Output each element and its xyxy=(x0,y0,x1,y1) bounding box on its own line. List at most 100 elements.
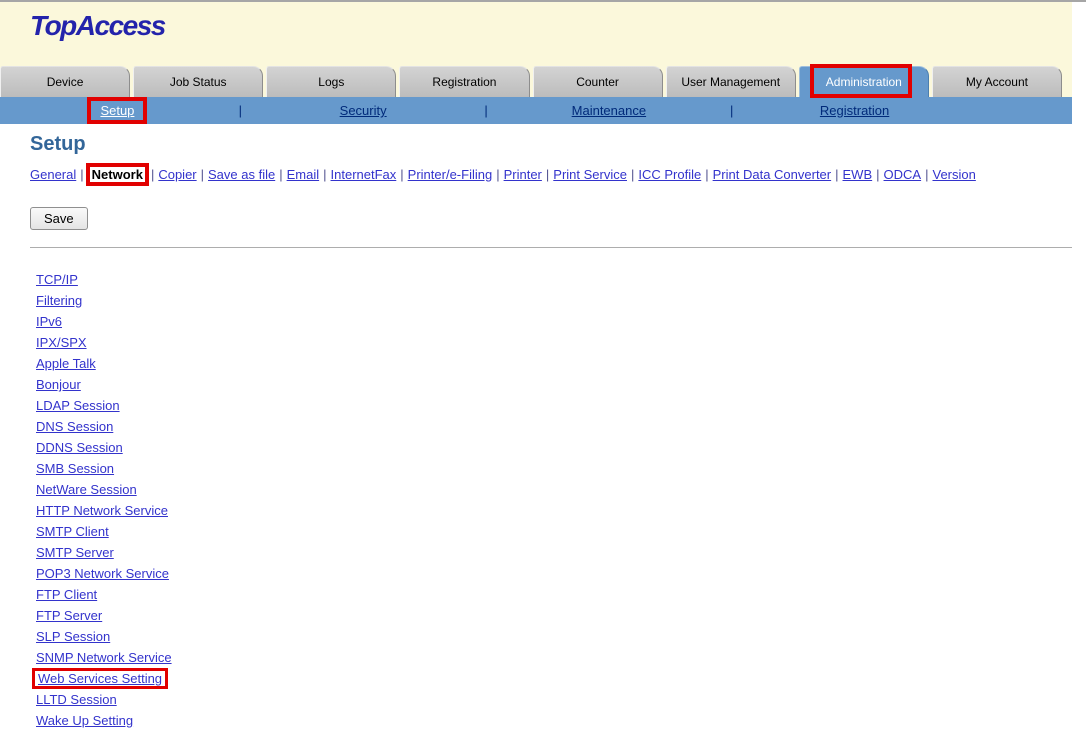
subnav-separator: | xyxy=(876,167,879,182)
subnav-separator: | xyxy=(80,167,83,182)
list-item: Bonjour xyxy=(36,374,1072,395)
tab-logs[interactable]: Logs xyxy=(266,66,396,97)
menubar-link-maintenance[interactable]: Maintenance xyxy=(572,103,646,118)
list-item: IPv6 xyxy=(36,311,1072,332)
menubar-cell: Registration xyxy=(793,103,916,118)
list-item: SLP Session xyxy=(36,626,1072,647)
tab-administration[interactable]: Administration xyxy=(799,66,929,97)
list-link-dns-session[interactable]: DNS Session xyxy=(36,419,113,434)
tab-registration[interactable]: Registration xyxy=(399,66,529,97)
subnav-separator: | xyxy=(279,167,282,182)
list-link-smb-session[interactable]: SMB Session xyxy=(36,461,114,476)
list-link-web-services-setting[interactable]: Web Services Setting xyxy=(32,668,168,689)
menubar-separator: | xyxy=(179,103,302,118)
subnav-link-copier[interactable]: Copier xyxy=(158,167,196,182)
header: TopAccess xyxy=(0,2,1072,62)
list-link-slp-session[interactable]: SLP Session xyxy=(36,629,110,644)
subnav-separator: | xyxy=(631,167,634,182)
content-divider xyxy=(30,247,1072,248)
menubar-separator: | xyxy=(670,103,793,118)
menubar-link-setup[interactable]: Setup xyxy=(87,97,147,124)
subnav-link-network[interactable]: Network xyxy=(86,163,149,186)
admin-menubar-links: Setup|Security|Maintenance|Registration xyxy=(56,97,916,124)
subnav-separator: | xyxy=(151,167,154,182)
subnav-link-odca[interactable]: ODCA xyxy=(884,167,922,182)
list-item: SNMP Network Service xyxy=(36,647,1072,668)
menubar-cell: Security xyxy=(302,103,425,118)
list-link-smtp-server[interactable]: SMTP Server xyxy=(36,545,114,560)
list-link-tcp-ip[interactable]: TCP/IP xyxy=(36,272,78,287)
menubar-cell: Setup xyxy=(56,103,179,118)
list-item: LDAP Session xyxy=(36,395,1072,416)
subnav-separator: | xyxy=(323,167,326,182)
tab-device[interactable]: Device xyxy=(0,66,130,97)
subnav-link-icc-profile[interactable]: ICC Profile xyxy=(638,167,701,182)
list-link-ftp-client[interactable]: FTP Client xyxy=(36,587,97,602)
subnav-separator: | xyxy=(400,167,403,182)
menubar-link-registration[interactable]: Registration xyxy=(820,103,889,118)
list-item: LLTD Session xyxy=(36,689,1072,710)
subnav-link-version[interactable]: Version xyxy=(932,167,975,182)
save-button[interactable]: Save xyxy=(30,207,88,230)
list-item: NetWare Session xyxy=(36,479,1072,500)
list-item: DNS Session xyxy=(36,416,1072,437)
list-item: IPX/SPX xyxy=(36,332,1072,353)
list-item: SMB Session xyxy=(36,458,1072,479)
list-link-http-network-service[interactable]: HTTP Network Service xyxy=(36,503,168,518)
list-link-ipv6[interactable]: IPv6 xyxy=(36,314,62,329)
menubar-separator: | xyxy=(425,103,548,118)
main-content: Setup General|Network|Copier|Save as fil… xyxy=(0,133,1072,731)
tab-user-management[interactable]: User Management xyxy=(666,66,796,97)
subnav-separator: | xyxy=(201,167,204,182)
tab-bar: DeviceJob StatusLogsRegistrationCounterU… xyxy=(0,62,1072,97)
subnav-separator: | xyxy=(546,167,549,182)
list-item: SMTP Client xyxy=(36,521,1072,542)
tab-job-status[interactable]: Job Status xyxy=(133,66,263,97)
list-item: FTP Server xyxy=(36,605,1072,626)
list-link-pop3-network-service[interactable]: POP3 Network Service xyxy=(36,566,169,581)
list-link-filtering[interactable]: Filtering xyxy=(36,293,82,308)
list-item: Wake Up Setting xyxy=(36,710,1072,731)
list-item: Filtering xyxy=(36,290,1072,311)
subnav-link-general[interactable]: General xyxy=(30,167,76,182)
page-title: Setup xyxy=(30,133,1072,156)
list-item: DDNS Session xyxy=(36,437,1072,458)
subnav-link-print-data-converter[interactable]: Print Data Converter xyxy=(713,167,832,182)
subnav-link-printer-e-filing[interactable]: Printer/e-Filing xyxy=(408,167,493,182)
list-item: Web Services Setting xyxy=(36,668,1072,689)
menubar-link-security[interactable]: Security xyxy=(340,103,387,118)
list-link-snmp-network-service[interactable]: SNMP Network Service xyxy=(36,650,172,665)
list-item: Apple Talk xyxy=(36,353,1072,374)
list-link-wake-up-setting[interactable]: Wake Up Setting xyxy=(36,713,133,728)
subnav-link-email[interactable]: Email xyxy=(287,167,320,182)
list-item: FTP Client xyxy=(36,584,1072,605)
subnav-separator: | xyxy=(496,167,499,182)
subnav-link-printer[interactable]: Printer xyxy=(504,167,542,182)
list-link-bonjour[interactable]: Bonjour xyxy=(36,377,81,392)
tab-counter[interactable]: Counter xyxy=(533,66,663,97)
list-link-ldap-session[interactable]: LDAP Session xyxy=(36,398,120,413)
topaccess-logo: TopAccess xyxy=(30,10,165,42)
list-link-smtp-client[interactable]: SMTP Client xyxy=(36,524,109,539)
list-item: HTTP Network Service xyxy=(36,500,1072,521)
subnav-link-print-service[interactable]: Print Service xyxy=(553,167,627,182)
subnav-separator: | xyxy=(925,167,928,182)
subnav-link-internetfax[interactable]: InternetFax xyxy=(331,167,397,182)
list-item: POP3 Network Service xyxy=(36,563,1072,584)
list-link-ftp-server[interactable]: FTP Server xyxy=(36,608,102,623)
menubar-cell: Maintenance xyxy=(547,103,670,118)
setup-subnav: General|Network|Copier|Save as file|Emai… xyxy=(30,167,1072,182)
list-item: SMTP Server xyxy=(36,542,1072,563)
topaccess-page: TopAccess DeviceJob StatusLogsRegistrati… xyxy=(0,2,1072,731)
list-link-lltd-session[interactable]: LLTD Session xyxy=(36,692,117,707)
admin-menubar: Setup|Security|Maintenance|Registration xyxy=(0,97,1072,124)
list-link-apple-talk[interactable]: Apple Talk xyxy=(36,356,96,371)
list-link-ddns-session[interactable]: DDNS Session xyxy=(36,440,123,455)
tab-my-account[interactable]: My Account xyxy=(932,66,1062,97)
network-settings-link-list: TCP/IP Filtering IPv6 IPX/SPX Apple Talk Bonj… xyxy=(36,269,1072,731)
list-link-ipx-spx[interactable]: IPX/SPX xyxy=(36,335,87,350)
subnav-link-save-as-file[interactable]: Save as file xyxy=(208,167,275,182)
list-link-netware-session[interactable]: NetWare Session xyxy=(36,482,137,497)
list-item: TCP/IP xyxy=(36,269,1072,290)
subnav-link-ewb[interactable]: EWB xyxy=(843,167,873,182)
